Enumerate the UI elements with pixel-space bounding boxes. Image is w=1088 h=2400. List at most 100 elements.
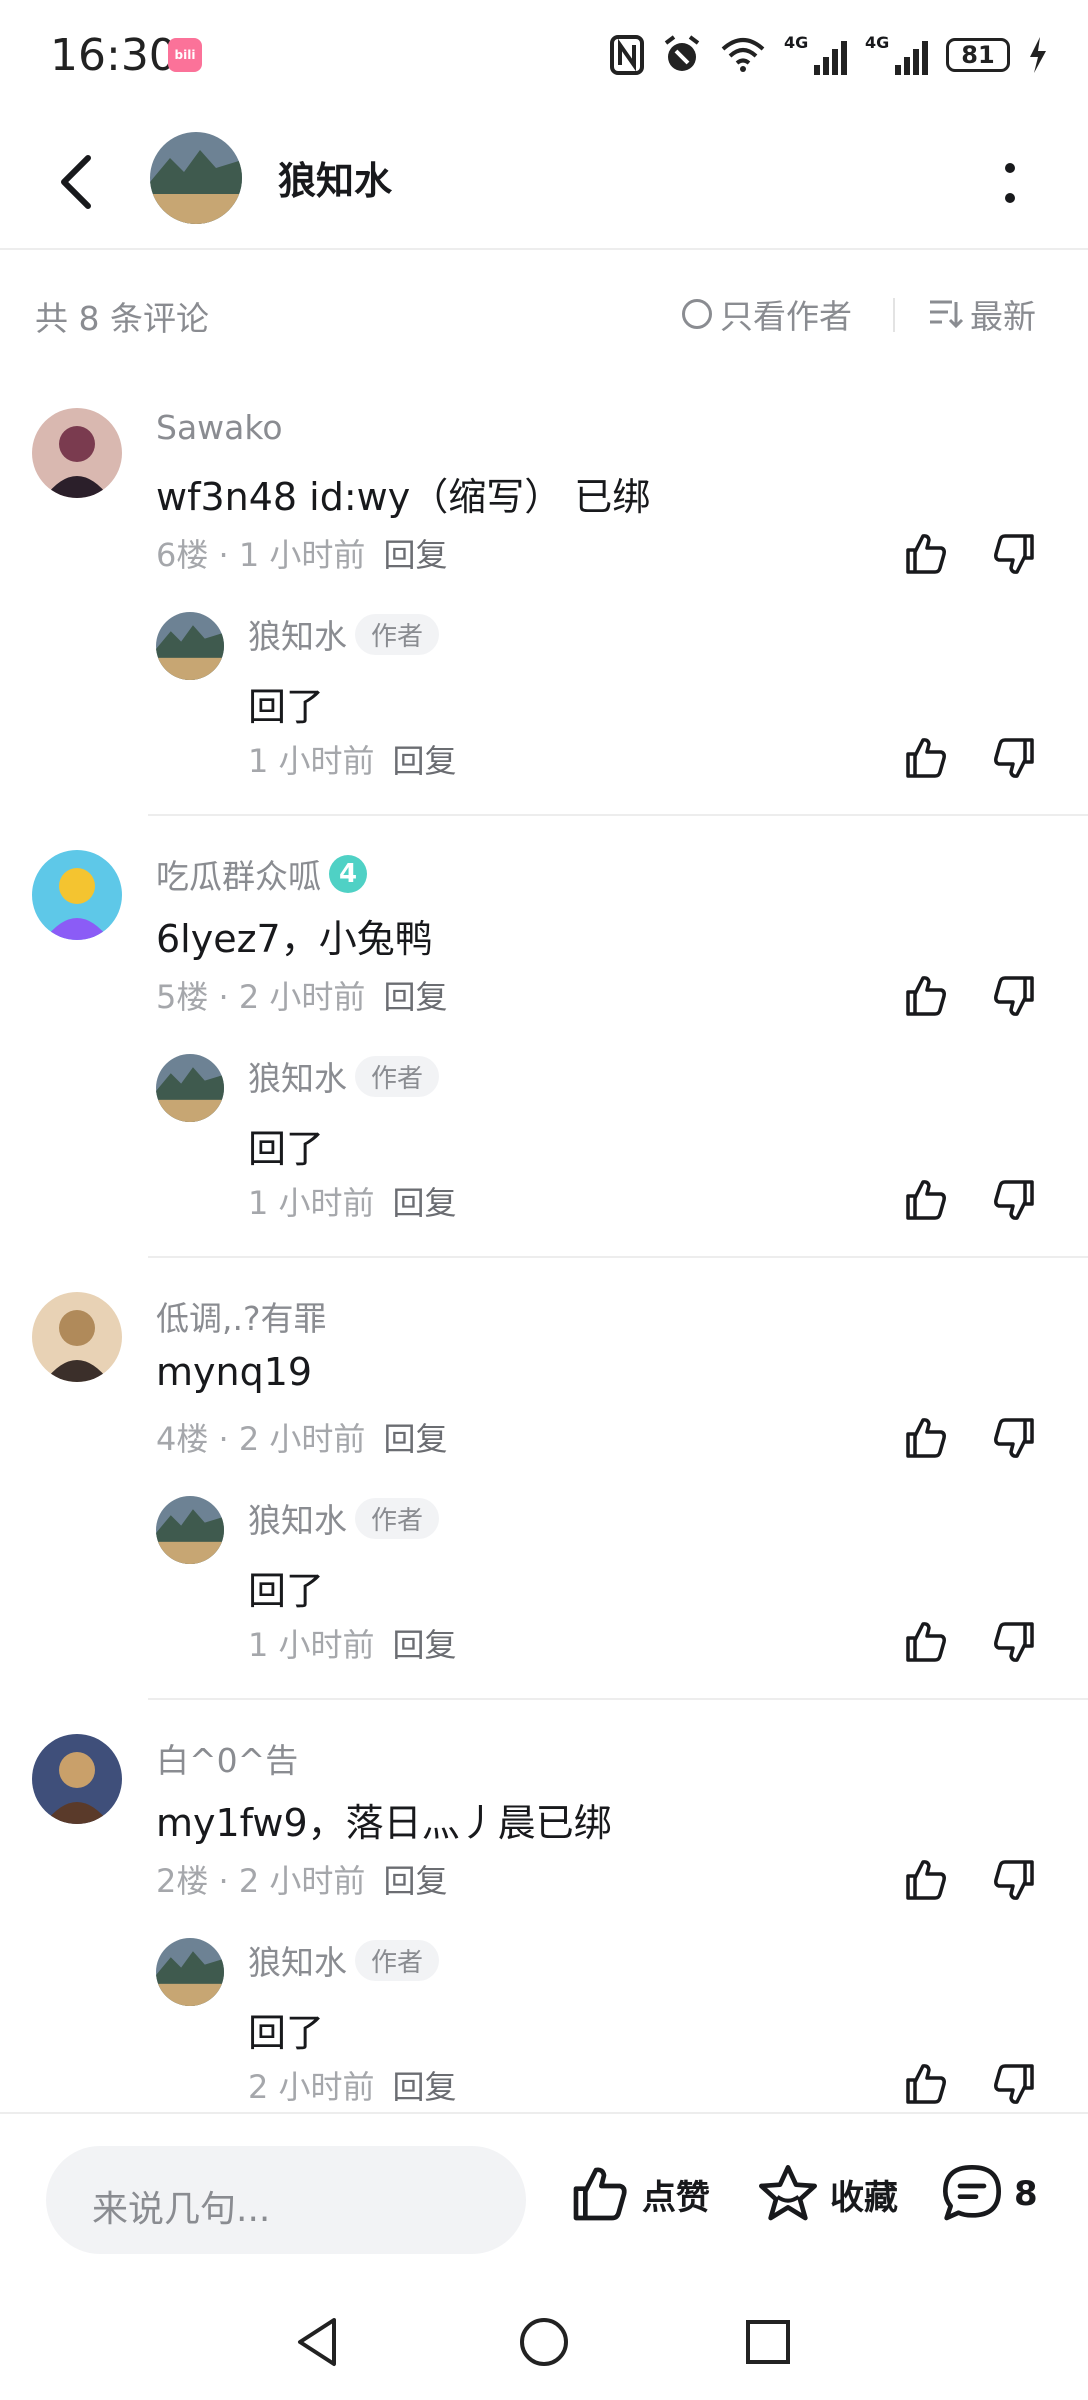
author-badge: 作者 <box>355 1939 440 1981</box>
thumbs-up-icon[interactable] <box>902 1176 950 1224</box>
page-title: 狼知水 <box>278 159 393 203</box>
comment-username[interactable]: 低调,.?有罪 <box>156 1292 327 1340</box>
thumbs-up-icon[interactable] <box>902 1618 950 1666</box>
like-button[interactable]: 点赞 <box>568 2162 710 2226</box>
reply-button[interactable]: 回复 <box>383 1420 447 1458</box>
comment-input-placeholder: 来说几句... <box>92 2189 271 2230</box>
comment-time: 2 小时前 <box>238 1420 366 1458</box>
avatar[interactable] <box>32 1734 122 1824</box>
status-icons: 4G 4G 81 <box>610 30 1048 80</box>
thumbs-up-icon[interactable] <box>902 2060 950 2108</box>
comment-username[interactable]: 白^0^告 <box>156 1734 298 1782</box>
dot-separator: · <box>208 978 239 1016</box>
alarm-icon <box>664 35 700 71</box>
reply-meta: 1 小时前 回复 <box>248 1178 457 1224</box>
avatar[interactable] <box>32 408 122 498</box>
divider <box>893 298 895 332</box>
comment-text: 6lyez7，小兔鸭 <box>156 917 433 961</box>
comment-item: 吃瓜群众呱 4 6lyez7，小兔鸭 5楼 · 2 小时前 回复 狼知水 作者 回了 1 小时前… <box>0 826 1088 1268</box>
reply-button[interactable]: 回复 <box>393 2068 457 2106</box>
avatar[interactable] <box>32 1292 122 1382</box>
reply-button[interactable]: 回复 <box>393 742 457 780</box>
floor-number: 2楼 <box>156 1862 209 1900</box>
thumbs-up-icon[interactable] <box>902 1414 950 1462</box>
comment-item: 白^0^告 my1fw9，落日灬丿晨已绑 2楼 · 2 小时前 回复 狼知水 作者 回了 2 … <box>0 1710 1088 2152</box>
reply-button[interactable]: 回复 <box>393 1184 457 1222</box>
reply-button[interactable]: 回复 <box>383 536 447 574</box>
reply-button[interactable]: 回复 <box>383 978 447 1016</box>
only-author-toggle[interactable]: 只看作者 <box>682 290 852 338</box>
thumbs-down-icon[interactable] <box>990 530 1038 578</box>
avatar[interactable] <box>156 1054 224 1122</box>
favorite-button[interactable]: 收藏 <box>756 2162 898 2226</box>
dot-separator: · <box>208 536 239 574</box>
divider <box>148 1698 1088 1700</box>
reply-username[interactable]: 狼知水 作者 <box>248 1494 440 1542</box>
avatar[interactable] <box>150 132 242 224</box>
back-arrow-icon[interactable] <box>52 152 102 212</box>
comment-meta: 6楼 · 1 小时前 回复 <box>156 530 447 576</box>
reply-username[interactable]: 狼知水 作者 <box>248 1052 440 1100</box>
avatar[interactable] <box>156 1496 224 1564</box>
username-text: 狼知水 <box>248 1059 347 1098</box>
reply-username[interactable]: 狼知水 作者 <box>248 610 440 658</box>
author-badge: 作者 <box>355 1497 440 1539</box>
comment-username[interactable]: 吃瓜群众呱 4 <box>156 850 367 898</box>
like-label: 点赞 <box>642 2177 710 2218</box>
reply-text: 回了 <box>248 1127 325 1171</box>
status-time: 16:30 <box>50 30 177 81</box>
reply-button[interactable]: 回复 <box>393 1626 457 1664</box>
thumbs-down-icon[interactable] <box>990 1856 1038 1904</box>
thumbs-up-icon <box>573 2167 627 2221</box>
username-text: 狼知水 <box>248 1501 347 1540</box>
wifi-icon <box>721 38 765 72</box>
bilibili-icon: bili <box>168 38 202 72</box>
network-type: 4G <box>865 33 890 52</box>
reply-button[interactable]: 回复 <box>383 1862 447 1900</box>
status-bar: 16:30 bili 4G 4G 81 <box>0 0 1088 110</box>
more-vertical-icon[interactable] <box>995 158 1025 208</box>
avatar[interactable] <box>32 850 122 940</box>
comment-item: 低调,.?有罪 mynq19 4楼 · 2 小时前 回复 狼知水 作者 回了 1 小时前 回复 <box>0 1268 1088 1710</box>
comment-text: my1fw9，落日灬丿晨已绑 <box>156 1801 612 1845</box>
author-badge: 作者 <box>355 613 440 655</box>
author-badge: 作者 <box>355 1055 440 1097</box>
reply-time: 1 小时前 <box>248 742 375 780</box>
comment-item: Sawako wf3n48 id:wy（缩写） 已绑 6楼 · 1 小时前 回复 狼知水… <box>0 384 1088 826</box>
favorite-label: 收藏 <box>830 2177 898 2218</box>
reply-text: 回了 <box>248 685 325 729</box>
comment-input[interactable]: 来说几句... <box>46 2146 526 2254</box>
comment-meta: 2楼 · 2 小时前 回复 <box>156 1856 447 1902</box>
nav-home-icon[interactable] <box>516 2314 572 2370</box>
signal-icon: 4G <box>784 33 847 75</box>
thumbs-up-icon[interactable] <box>902 1856 950 1904</box>
thumbs-down-icon[interactable] <box>990 734 1038 782</box>
username-text: 白^0^告 <box>156 1741 299 1780</box>
sort-button[interactable]: 最新 <box>928 290 1036 338</box>
thumbs-down-icon[interactable] <box>990 1618 1038 1666</box>
nav-back-icon[interactable] <box>290 2314 346 2370</box>
avatar[interactable] <box>156 612 224 680</box>
thumbs-up-icon[interactable] <box>902 972 950 1020</box>
reply-time: 1 小时前 <box>248 1184 375 1222</box>
thumbs-up-icon[interactable] <box>902 530 950 578</box>
thumbs-down-icon[interactable] <box>990 972 1038 1020</box>
comment-username[interactable]: Sawako <box>156 408 283 447</box>
user-level-badge: 4 <box>329 855 367 893</box>
network-type: 4G <box>784 33 809 52</box>
radio-circle-icon <box>682 299 712 329</box>
reply-username[interactable]: 狼知水 作者 <box>248 1936 440 1984</box>
charging-icon <box>1030 37 1046 73</box>
username-text: 吃瓜群众呱 <box>156 857 321 896</box>
avatar[interactable] <box>156 1938 224 2006</box>
comments-button[interactable]: 8 <box>940 2162 1038 2226</box>
star-icon <box>759 2165 817 2221</box>
comment-time: 1 小时前 <box>238 536 366 574</box>
thumbs-down-icon[interactable] <box>990 2060 1038 2108</box>
reply-meta: 1 小时前 回复 <box>248 736 457 782</box>
thumbs-up-icon[interactable] <box>902 734 950 782</box>
thumbs-down-icon[interactable] <box>990 1414 1038 1462</box>
top-app-bar: 狼知水 <box>0 110 1088 250</box>
thumbs-down-icon[interactable] <box>990 1176 1038 1224</box>
nav-recents-icon[interactable] <box>740 2314 796 2370</box>
